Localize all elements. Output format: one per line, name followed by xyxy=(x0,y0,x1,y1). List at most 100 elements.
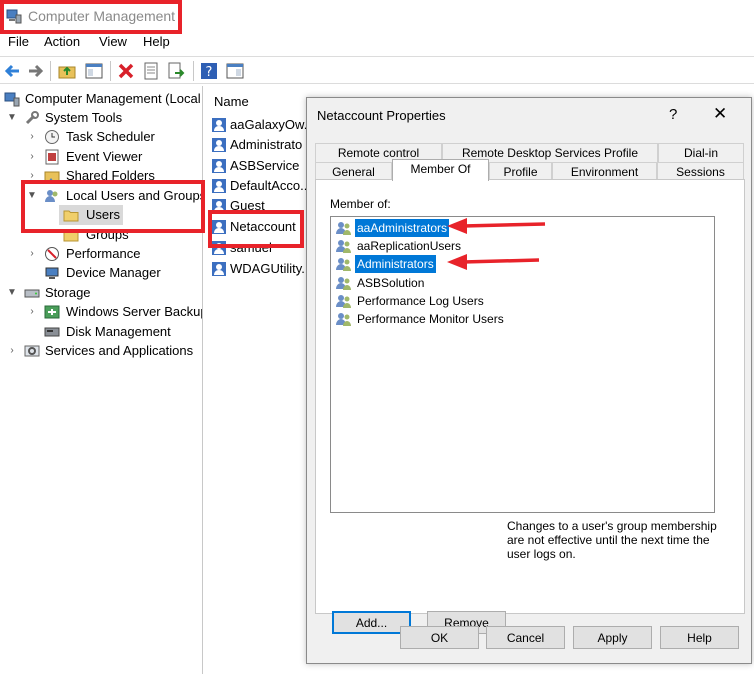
backup-icon xyxy=(44,305,60,319)
user-name: WDAGUtility... xyxy=(230,261,307,276)
services-icon xyxy=(24,345,40,357)
forward-arrow-icon[interactable] xyxy=(25,61,45,81)
menu-help[interactable]: Help xyxy=(143,34,170,49)
close-icon[interactable]: ✕ xyxy=(713,104,727,124)
tree-item-local-users-and-groups[interactable]: ▼ Local Users and Groups xyxy=(0,186,202,206)
list-item[interactable]: WDAGUtility... xyxy=(211,259,307,279)
action-pane-icon[interactable] xyxy=(225,61,245,81)
tree-item-task-scheduler[interactable]: › Task Scheduler xyxy=(0,127,202,147)
help-icon[interactable]: ? xyxy=(199,61,219,81)
storage-icon xyxy=(24,289,40,298)
group-icon xyxy=(336,295,351,308)
back-arrow-icon[interactable] xyxy=(3,61,23,81)
arrow-icon xyxy=(447,254,540,270)
group-name: Administrators xyxy=(355,255,436,273)
dialog-title: Netaccount Properties xyxy=(317,108,446,123)
tree-item-system-tools[interactable]: ▼ System Tools xyxy=(0,108,202,128)
tree-item-label: Device Manager xyxy=(66,265,161,280)
tab-member-of[interactable]: Member Of xyxy=(392,159,489,181)
toolbar: ? xyxy=(0,56,754,84)
help-button[interactable]: Help xyxy=(660,626,739,649)
list-item[interactable]: Guest xyxy=(211,196,307,216)
chevron-down-icon[interactable]: ▼ xyxy=(6,283,18,303)
menu-action[interactable]: Action xyxy=(44,34,80,49)
chevron-down-icon[interactable]: ▼ xyxy=(6,108,18,128)
cancel-button[interactable]: Cancel xyxy=(486,626,565,649)
list-item[interactable]: Administrato xyxy=(211,135,307,155)
column-header-name[interactable]: Name xyxy=(214,94,249,109)
computer-management-icon xyxy=(6,9,22,24)
tree-item-label: Task Scheduler xyxy=(66,129,155,144)
tools-icon xyxy=(25,111,39,125)
tree-item-storage[interactable]: ▼ Storage xyxy=(0,283,202,303)
list-item[interactable]: DefaultAcco... xyxy=(211,176,307,196)
chevron-right-icon[interactable]: › xyxy=(26,244,38,264)
chevron-right-icon[interactable]: › xyxy=(26,147,38,167)
tree-item-label: Computer Management (Local xyxy=(25,91,201,106)
tab-dial-in[interactable]: Dial-in xyxy=(658,143,744,163)
tree-item-event-viewer[interactable]: › Event Viewer xyxy=(0,147,202,167)
properties-icon[interactable] xyxy=(141,61,161,81)
user-icon xyxy=(212,241,226,255)
tree-item-windows-server-backup[interactable]: › Windows Server Backup xyxy=(0,302,202,322)
up-folder-icon[interactable] xyxy=(57,61,77,81)
event-log-icon xyxy=(45,149,59,165)
tree-item-label: Groups xyxy=(86,227,129,242)
disk-icon xyxy=(44,327,60,337)
delete-icon[interactable] xyxy=(116,61,136,81)
tree-item-groups[interactable]: Groups xyxy=(59,225,159,245)
window-title: Computer Management xyxy=(28,8,176,24)
tree-item-label: Event Viewer xyxy=(66,149,143,164)
tree-item-users[interactable]: Users xyxy=(59,205,123,225)
ok-button[interactable]: OK xyxy=(400,626,479,649)
tree-item-label: Performance xyxy=(66,246,141,261)
tree-item-services-and-applications[interactable]: › Services and Applications xyxy=(0,341,202,361)
menu-file[interactable]: File xyxy=(8,34,29,49)
arrow-icon xyxy=(447,218,546,234)
user-name: samuel xyxy=(230,240,272,255)
chevron-right-icon[interactable]: › xyxy=(26,166,38,186)
folder-icon xyxy=(63,210,79,222)
tree-item-performance[interactable]: › Performance xyxy=(0,244,202,264)
chevron-right-icon[interactable]: › xyxy=(6,341,18,361)
show-hide-tree-icon[interactable] xyxy=(84,61,104,81)
list-item[interactable]: ASBService xyxy=(211,156,307,176)
group-icon xyxy=(336,313,351,326)
list-item[interactable]: samuel xyxy=(211,238,307,258)
list-item[interactable]: aaGalaxyOw... xyxy=(211,115,307,135)
user-icon xyxy=(212,220,226,234)
users-icon xyxy=(45,190,58,202)
group-name: aaAdministrators xyxy=(355,219,450,237)
chevron-right-icon[interactable]: › xyxy=(26,127,38,147)
user-name: DefaultAcco... xyxy=(230,178,307,193)
console-tree: Computer Management (Local ▼ System Tool… xyxy=(0,86,203,674)
export-list-icon[interactable] xyxy=(166,61,186,81)
toolbar-separator xyxy=(50,61,51,81)
member-of-label: Member of: xyxy=(330,197,391,211)
performance-icon xyxy=(45,247,59,261)
list-item[interactable]: Netaccount xyxy=(211,217,307,237)
menu-view[interactable]: View xyxy=(99,34,127,49)
tree-item-label: Users xyxy=(86,207,120,222)
properties-dialog: Netaccount Properties ? ✕ Remote control… xyxy=(306,97,752,664)
tree-item-computer-management[interactable]: Computer Management (Local xyxy=(0,89,202,109)
group-name: ASBSolution xyxy=(357,276,425,290)
tree-item-label: Disk Management xyxy=(66,324,171,339)
user-name: Netaccount xyxy=(230,219,296,234)
shared-folder-icon xyxy=(44,171,60,183)
tree-item-label: Storage xyxy=(45,285,91,300)
tree-item-label: System Tools xyxy=(45,110,123,125)
help-question-icon[interactable]: ? xyxy=(669,106,677,123)
tree-item-shared-folders[interactable]: › Shared Folders xyxy=(0,166,202,186)
chevron-down-icon[interactable]: ▼ xyxy=(26,186,38,206)
user-icon xyxy=(212,138,226,152)
tree-item-device-manager[interactable]: Device Manager xyxy=(0,263,202,283)
tree-item-disk-management[interactable]: Disk Management xyxy=(0,322,202,342)
membership-note: Changes to a user's group membership are… xyxy=(507,519,717,561)
user-name: Administrato xyxy=(230,137,303,152)
clock-icon xyxy=(45,130,59,144)
apply-button[interactable]: Apply xyxy=(573,626,652,649)
annotation-arrows xyxy=(447,218,546,270)
chevron-right-icon[interactable]: › xyxy=(26,302,38,322)
tree-item-label: Shared Folders xyxy=(66,168,155,183)
